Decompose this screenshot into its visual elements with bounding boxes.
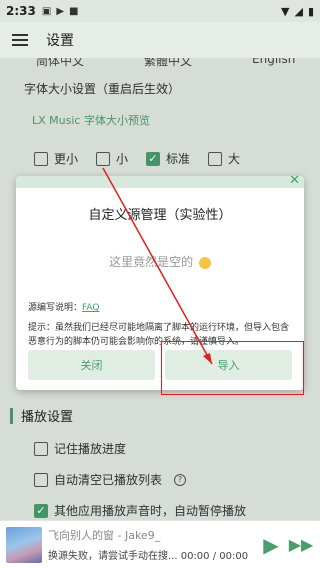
play-icon: ▶ <box>56 5 65 17</box>
music-icon: ■ <box>69 5 79 17</box>
faq-link[interactable]: FAQ <box>82 303 99 313</box>
notification-icons: ▣ ▶ ■ <box>42 6 79 17</box>
page-title: 设置 <box>46 33 74 49</box>
empty-state: 这里竟然是空的 <box>16 253 304 270</box>
signal-icon: ◢ <box>294 4 303 18</box>
close-icon[interactable]: ✕ <box>289 176 300 188</box>
annotation-highlight-box <box>161 341 304 395</box>
app-bar: 设置 <box>0 22 320 58</box>
wifi-icon: ▼ <box>281 4 290 18</box>
album-cover[interactable] <box>6 526 42 563</box>
rule-label: 源编写说明： <box>28 303 83 313</box>
rule-line: 源编写说明：FAQ <box>16 300 304 313</box>
image-icon: ▣ <box>41 5 52 17</box>
track-title: 飞向别人的窗 - Jake9_ <box>48 529 161 542</box>
dialog-title: 自定义源管理（实验性） <box>88 208 232 223</box>
system-icons: ▼ ◢ ▮ <box>281 5 314 18</box>
mini-player[interactable]: 飞向别人的窗 - Jake9_ 换源失败，请尝试手动在搜... 00:00 / … <box>0 520 320 568</box>
play-button[interactable]: ▶ <box>258 532 284 558</box>
dialog-header: ✕ <box>16 176 304 188</box>
empty-text: 这里竟然是空的 <box>109 255 194 269</box>
battery-icon: ▮ <box>307 4 314 18</box>
menu-icon[interactable] <box>12 34 28 46</box>
close-button[interactable]: 关闭 <box>28 350 155 380</box>
emoji-icon <box>198 256 211 269</box>
status-bar: 2:33 ▣ ▶ ■ ▼ ◢ ▮ <box>0 0 320 22</box>
player-info[interactable]: 飞向别人的窗 - Jake9_ 换源失败，请尝试手动在搜... 00:00 / … <box>48 527 254 562</box>
next-icon[interactable]: ▶▶ <box>288 532 314 558</box>
status-time: 2:33 <box>6 4 36 18</box>
player-status: 换源失败，请尝试手动在搜... 00:00 / 00:00 <box>48 551 249 562</box>
